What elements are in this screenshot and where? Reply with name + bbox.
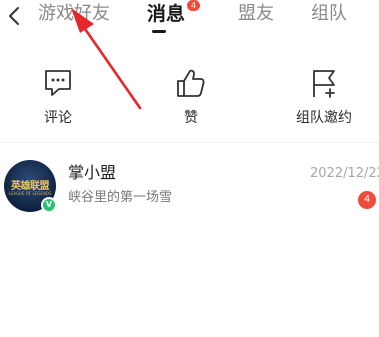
quick-actions: 评论 赞 组队邀约 xyxy=(0,66,379,132)
comment-icon xyxy=(45,70,71,96)
comments-entry[interactable]: 评论 xyxy=(3,66,113,132)
top-nav: 游戏好友 消息 4 盟友 组队 xyxy=(0,0,379,34)
active-tab-indicator xyxy=(152,30,166,33)
conversation-preview: 峡谷里的第一场雪 xyxy=(68,190,173,205)
tab-messages[interactable]: 消息 xyxy=(147,3,185,25)
tab-team[interactable]: 组队 xyxy=(311,3,347,25)
thumbs-up-icon xyxy=(177,69,205,97)
likes-entry[interactable]: 赞 xyxy=(136,66,246,132)
team-invite-label: 组队邀约 xyxy=(296,110,352,126)
messages-count-badge: 4 xyxy=(187,0,200,11)
likes-label: 赞 xyxy=(184,110,198,126)
tab-allies[interactable]: 盟友 xyxy=(238,3,274,25)
unread-count-badge: 4 xyxy=(358,191,376,209)
conversation-row[interactable]: 英雄联盟 LEAGUE OF LEGENDS V 掌小盟 峡谷里的第一场雪 20… xyxy=(0,150,379,226)
chevron-left-icon xyxy=(9,7,19,25)
team-invite-entry[interactable]: 组队邀约 xyxy=(269,66,379,132)
section-divider xyxy=(0,142,379,143)
tab-game-friends[interactable]: 游戏好友 xyxy=(38,3,110,25)
conversation-name: 掌小盟 xyxy=(68,163,117,182)
comments-label: 评论 xyxy=(44,110,72,126)
team-invite-flag-icon xyxy=(313,70,335,98)
avatar-logo-text: 英雄联盟 xyxy=(11,181,50,192)
back-button[interactable] xyxy=(2,3,26,29)
avatar-logo-subtext: LEAGUE OF LEGENDS xyxy=(8,191,52,196)
verified-badge: V xyxy=(41,197,57,213)
conversation-time: 2022/12/22 xyxy=(310,166,379,181)
